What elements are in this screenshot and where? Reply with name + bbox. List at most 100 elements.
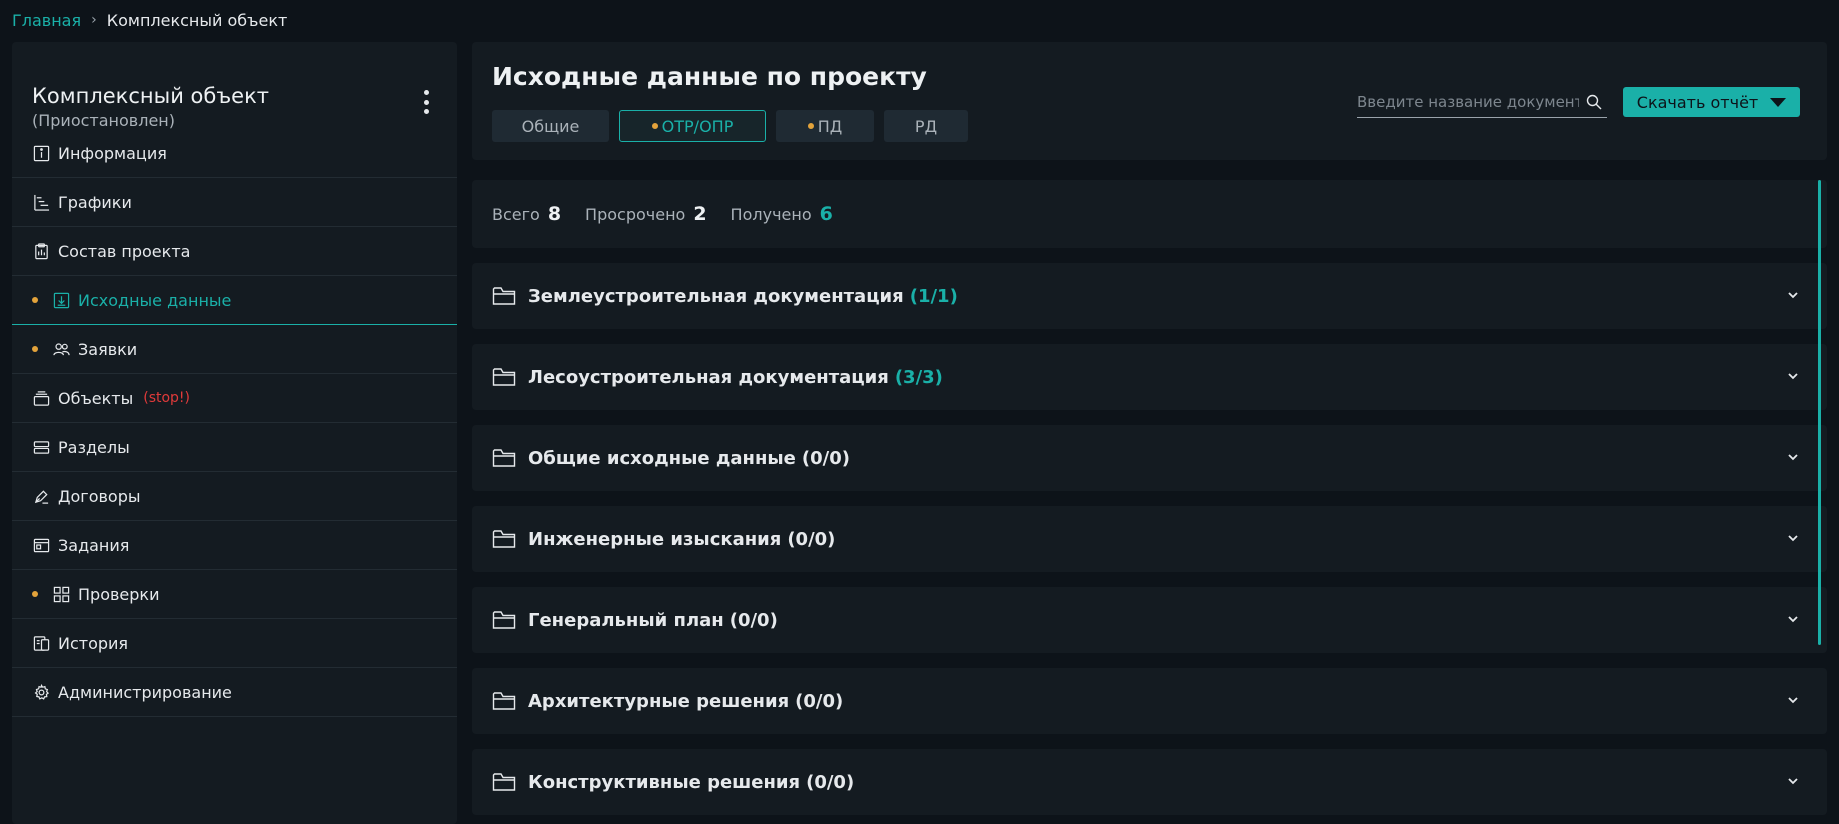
sidebar-item-label: Объекты (58, 388, 134, 408)
tab-label: РД (914, 116, 938, 136)
search-icon[interactable] (1585, 93, 1603, 111)
sidebar-item-label: Договоры (58, 486, 141, 506)
section-general-source-data[interactable]: Общие исходные данные (0/0) (472, 425, 1827, 491)
section-master-plan[interactable]: Генеральный план (0/0) (472, 587, 1827, 653)
info-icon (32, 144, 50, 162)
breadcrumb-separator: › (91, 12, 97, 28)
header-panel: Исходные данные по проекту Общие ОТР/ОПР… (472, 42, 1827, 160)
sidebar-item-label: Графики (58, 192, 132, 212)
stat-total-value: 8 (547, 203, 562, 225)
section-title: Генеральный план (528, 609, 724, 631)
sidebar-item-administration[interactable]: Администрирование (12, 668, 457, 717)
gantt-icon (32, 193, 50, 211)
section-title: Землеустроительная документация (528, 285, 904, 307)
section-count: (0/0) (795, 690, 844, 712)
status-dot (32, 591, 38, 597)
tab-general[interactable]: Общие (492, 110, 609, 142)
sidebar: Комплексный объект (Приостановлен) Инфор… (12, 42, 457, 824)
caret-down-icon (1770, 97, 1787, 107)
content-scrollbar[interactable] (1818, 180, 1821, 645)
section-count: (0/0) (806, 771, 855, 793)
tab-otr-opr[interactable]: ОТР/ОПР (619, 110, 766, 142)
status-dot (807, 123, 814, 129)
kebab-dot-icon (423, 99, 429, 105)
chevron-down-icon[interactable] (1785, 368, 1801, 384)
section-structural-solutions[interactable]: Конструктивные решения (0/0) (472, 749, 1827, 815)
sidebar-item-label: Заявки (78, 339, 138, 359)
sidebar-item-requests[interactable]: Заявки (12, 325, 457, 374)
window-icon (32, 536, 50, 554)
search-input[interactable] (1357, 92, 1579, 111)
status-dot (32, 346, 38, 352)
sidebar-item-label: История (58, 633, 129, 653)
sidebar-item-tasks[interactable]: Задания (12, 521, 457, 570)
section-land-management[interactable]: Землеустроительная документация (1/1) (472, 263, 1827, 329)
sidebar-item-charts[interactable]: Графики (12, 178, 457, 227)
sidebar-item-label: Администрирование (58, 682, 232, 702)
sidebar-item-info[interactable]: Информация (12, 129, 457, 178)
project-status: (Приостановлен) (32, 111, 175, 130)
stat-overdue-label: Просрочено (585, 204, 686, 224)
chevron-down-icon[interactable] (1785, 773, 1801, 789)
sidebar-item-checks[interactable]: Проверки (12, 570, 457, 619)
sidebar-item-label: Исходные данные (78, 290, 232, 310)
pen-icon (32, 487, 50, 505)
status-dot (651, 123, 658, 129)
project-title: Комплексный объект (32, 84, 270, 108)
users-icon (52, 340, 70, 358)
download-report-button[interactable]: Скачать отчёт (1623, 87, 1800, 117)
sidebar-item-contracts[interactable]: Договоры (12, 472, 457, 521)
kebab-dot-icon (423, 90, 429, 95)
page-title: Исходные данные по проекту (492, 62, 927, 91)
chevron-down-icon[interactable] (1785, 287, 1801, 303)
sidebar-item-sections[interactable]: Разделы (12, 423, 457, 472)
section-count: (0/0) (801, 447, 850, 469)
status-dot (32, 297, 38, 303)
tab-label: ПД (817, 116, 843, 136)
tab-rd[interactable]: РД (884, 110, 968, 142)
section-count: (3/3) (894, 366, 943, 388)
sidebar-item-label: Задания (58, 535, 130, 555)
folder-icon (492, 611, 516, 629)
breadcrumb-current: Комплексный объект (106, 10, 288, 30)
section-count: (1/1) (909, 285, 958, 307)
tab-pd[interactable]: ПД (776, 110, 874, 142)
content-area: Всего 8 Просрочено 2 Получено 6 Землеуст… (472, 180, 1827, 824)
sidebar-item-label: Разделы (58, 437, 130, 457)
chevron-down-icon[interactable] (1785, 449, 1801, 465)
sidebar-item-history[interactable]: История (12, 619, 457, 668)
sidebar-header: Комплексный объект (Приостановлен) (12, 42, 457, 130)
breadcrumb: Главная › Комплексный объект (12, 9, 287, 31)
sidebar-item-project-structure[interactable]: Состав проекта (12, 227, 457, 276)
tabs: Общие ОТР/ОПР ПД РД (492, 110, 968, 142)
sidebar-item-objects[interactable]: Объекты (stop!) (12, 374, 457, 423)
sidebar-item-label: Состав проекта (58, 241, 191, 261)
folder-icon (492, 449, 516, 467)
section-title: Общие исходные данные (528, 447, 796, 469)
stat-received-value: 6 (819, 203, 833, 225)
folder-icon (492, 773, 516, 791)
breadcrumb-home-link[interactable]: Главная (12, 11, 81, 30)
sections-icon (32, 438, 50, 456)
sidebar-item-source-data[interactable]: Исходные данные (12, 276, 457, 325)
more-menu-button[interactable] (420, 90, 432, 114)
tab-label: ОТР/ОПР (661, 116, 734, 136)
sidebar-nav: Информация Графики Состав проекта Исходн… (12, 129, 457, 717)
section-architectural-solutions[interactable]: Архитектурные решения (0/0) (472, 668, 1827, 734)
history-icon (32, 634, 50, 652)
download-box-icon (52, 291, 70, 309)
folder-icon (492, 692, 516, 710)
section-count: (0/0) (729, 609, 778, 631)
chevron-down-icon[interactable] (1785, 530, 1801, 546)
kebab-dot-icon (423, 109, 429, 114)
chevron-down-icon[interactable] (1785, 611, 1801, 627)
sidebar-item-label: Проверки (78, 584, 160, 604)
section-engineering-surveys[interactable]: Инженерные изыскания (0/0) (472, 506, 1827, 572)
search-field (1357, 86, 1607, 118)
gear-icon (32, 683, 50, 701)
section-title: Инженерные изыскания (528, 528, 782, 550)
tab-label: Общие (521, 116, 580, 136)
section-forest-management[interactable]: Лесоустроительная документация (3/3) (472, 344, 1827, 410)
stat-total-label: Всего (492, 204, 540, 224)
chevron-down-icon[interactable] (1785, 692, 1801, 708)
